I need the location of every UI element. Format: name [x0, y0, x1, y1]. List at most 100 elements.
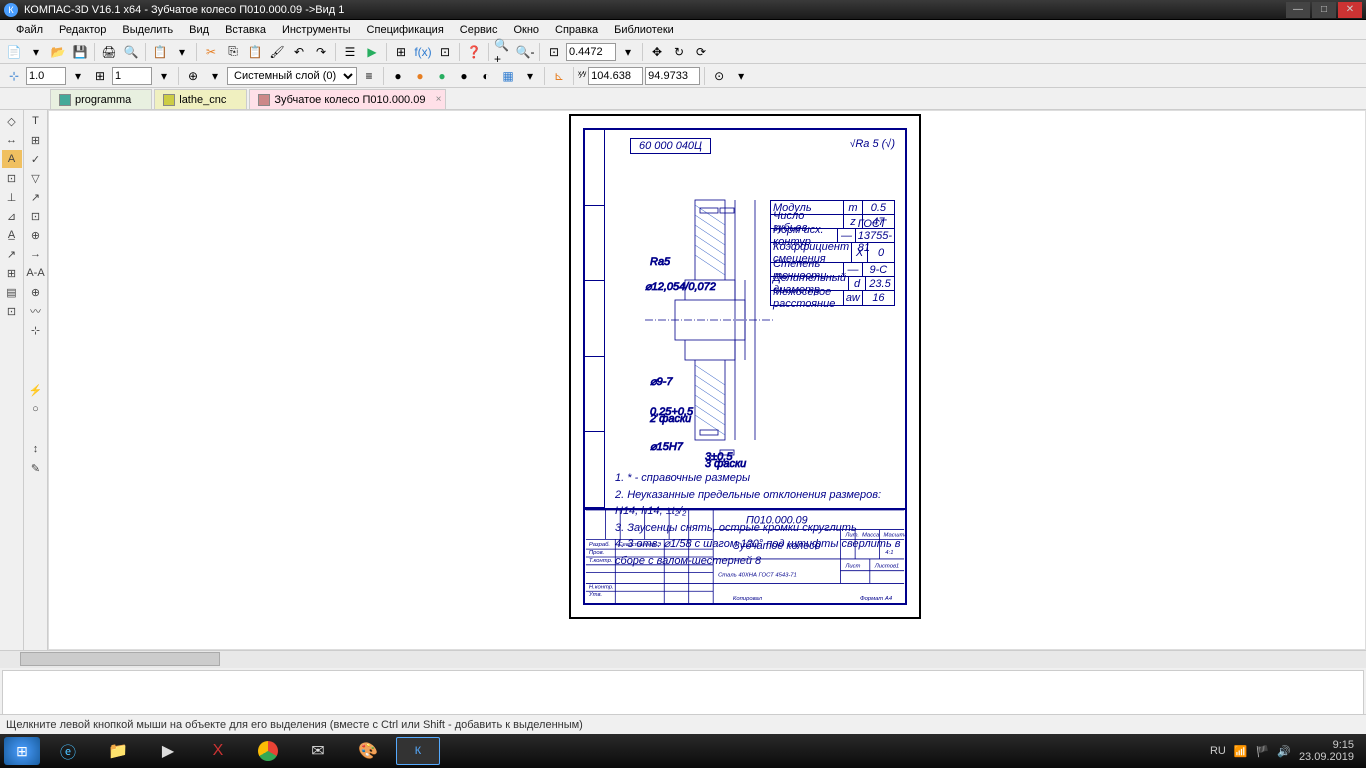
zoom-dropdown[interactable]: ▾: [618, 42, 638, 62]
properties-button[interactable]: ☰: [340, 42, 360, 62]
style2-button[interactable]: ●: [410, 66, 430, 86]
coord-button[interactable]: ⊕: [183, 66, 203, 86]
variables-button[interactable]: ⊞: [391, 42, 411, 62]
cut-button[interactable]: ✂: [201, 42, 221, 62]
style6-button[interactable]: ▦: [498, 66, 518, 86]
tray-network-icon[interactable]: 📶: [1234, 745, 1248, 758]
print-button[interactable]: 🖨: [99, 42, 119, 62]
coord-y-input[interactable]: [645, 67, 700, 85]
dim-panel-icon[interactable]: ↔: [2, 131, 22, 149]
report-panel-icon[interactable]: ▤: [2, 283, 22, 301]
tool-mark-icon[interactable]: ⊕: [26, 226, 46, 244]
tool-wave-icon[interactable]: 〰: [26, 302, 46, 320]
rotate-button[interactable]: ↻: [669, 42, 689, 62]
tool-edit2-icon[interactable]: ✎: [26, 459, 46, 477]
canvas[interactable]: 60 000 040Ц √Ra 5 (√): [48, 110, 1366, 650]
tool-tolerance-icon[interactable]: ⊡: [26, 207, 46, 225]
scroll-thumb[interactable]: [20, 652, 220, 666]
paste-button[interactable]: 📋: [245, 42, 265, 62]
minimize-button[interactable]: —: [1286, 2, 1310, 18]
dropdown1[interactable]: ▾: [172, 42, 192, 62]
tray-flag-icon[interactable]: 🏴: [1256, 745, 1270, 758]
h-scrollbar[interactable]: [0, 650, 1366, 668]
taskbar-mail-icon[interactable]: ✉: [296, 737, 340, 765]
zoom-in-button[interactable]: 🔍+: [493, 42, 513, 62]
views-panel-icon[interactable]: ⊡: [2, 302, 22, 320]
tool-arrow-icon[interactable]: →: [26, 245, 46, 263]
annotate-panel-icon[interactable]: A: [2, 150, 22, 168]
grid-dd[interactable]: ▾: [154, 66, 174, 86]
step-input[interactable]: [26, 67, 66, 85]
taskbar-explorer-icon[interactable]: 📁: [96, 737, 140, 765]
tray-clock[interactable]: 9:1523.09.2019: [1299, 739, 1354, 763]
layer-mgr-button[interactable]: ≡: [359, 66, 379, 86]
coord-x-input[interactable]: [588, 67, 643, 85]
zoom-out-button[interactable]: 🔍-: [515, 42, 535, 62]
preview-button[interactable]: 🔍: [121, 42, 141, 62]
format-painter-button[interactable]: 🖌: [267, 42, 287, 62]
tool-axis-icon[interactable]: ⊹: [26, 321, 46, 339]
new-button[interactable]: 📄: [4, 42, 24, 62]
undo-button[interactable]: ↶: [289, 42, 309, 62]
tool-circle-icon[interactable]: ○: [26, 400, 46, 418]
menu-view[interactable]: Вид: [181, 22, 217, 38]
spec-panel-icon[interactable]: ⊞: [2, 264, 22, 282]
tool-leader-icon[interactable]: ↗: [26, 188, 46, 206]
tab-lathe[interactable]: lathe_cnc: [154, 89, 247, 109]
tray-lang[interactable]: RU: [1210, 745, 1226, 757]
start-button[interactable]: ⊞: [4, 737, 40, 765]
style3-button[interactable]: ●: [432, 66, 452, 86]
param-panel-icon[interactable]: ⊥: [2, 188, 22, 206]
grid-button[interactable]: ⊞: [90, 66, 110, 86]
menu-file[interactable]: Файл: [8, 22, 51, 38]
style5-button[interactable]: ◐: [476, 66, 496, 86]
tool-rough-icon[interactable]: ✓: [26, 150, 46, 168]
close-button[interactable]: ✕: [1338, 2, 1362, 18]
tool-text-icon[interactable]: T: [26, 112, 46, 130]
style4-button[interactable]: ●: [454, 66, 474, 86]
open-button[interactable]: 📂: [48, 42, 68, 62]
step-dd[interactable]: ▾: [68, 66, 88, 86]
tool-section-icon[interactable]: A-A: [26, 264, 46, 282]
maximize-button[interactable]: □: [1312, 2, 1336, 18]
snap-button[interactable]: ⊹: [4, 66, 24, 86]
layer-combo[interactable]: Системный слой (0): [227, 67, 357, 85]
taskbar-x-icon[interactable]: X: [196, 737, 240, 765]
taskbar-ie-icon[interactable]: ⓔ: [46, 737, 90, 765]
stop-button[interactable]: ▶: [362, 42, 382, 62]
taskbar-chrome-icon[interactable]: [246, 737, 290, 765]
taskbar-paint-icon[interactable]: 🎨: [346, 737, 390, 765]
preview2-button[interactable]: 📋: [150, 42, 170, 62]
style7-button[interactable]: ▾: [520, 66, 540, 86]
zoom-input[interactable]: [566, 43, 616, 61]
tab-close-icon[interactable]: ×: [436, 94, 442, 105]
fx-button[interactable]: f(x): [413, 42, 433, 62]
tab-gear[interactable]: Зубчатое колесо П010.000.09 ×: [249, 89, 446, 109]
menu-libs[interactable]: Библиотеки: [606, 22, 682, 38]
operations-button[interactable]: ⊡: [435, 42, 455, 62]
menu-help[interactable]: Справка: [547, 22, 606, 38]
tool-base-icon[interactable]: ▽: [26, 169, 46, 187]
menu-service[interactable]: Сервис: [452, 22, 506, 38]
obj-snap-button[interactable]: ⊙: [709, 66, 729, 86]
taskbar-kompas-icon[interactable]: К: [396, 737, 440, 765]
select-panel-icon[interactable]: A̲: [2, 226, 22, 244]
ortho-button[interactable]: ⊾: [549, 66, 569, 86]
coord-dd[interactable]: ▾: [205, 66, 225, 86]
zoom-fit-button[interactable]: ⊡: [544, 42, 564, 62]
taskbar-media-icon[interactable]: ▶: [146, 737, 190, 765]
tray-sound-icon[interactable]: 🔊: [1277, 745, 1291, 758]
measure-panel-icon[interactable]: ⊿: [2, 207, 22, 225]
geometry-panel-icon[interactable]: ◇: [2, 112, 22, 130]
menu-spec[interactable]: Спецификация: [359, 22, 452, 38]
tool-edit1-icon[interactable]: ↕: [26, 440, 46, 458]
edit-panel-icon[interactable]: ⊡: [2, 169, 22, 187]
menu-edit[interactable]: Редактор: [51, 22, 114, 38]
pan-button[interactable]: ✥: [647, 42, 667, 62]
grid-input[interactable]: [112, 67, 152, 85]
refresh-button[interactable]: ⟳: [691, 42, 711, 62]
tool-center-icon[interactable]: ⊕: [26, 283, 46, 301]
tool-bolt-icon[interactable]: ⚡: [26, 381, 46, 399]
copy-button[interactable]: ⎘: [223, 42, 243, 62]
help-button[interactable]: ❓: [464, 42, 484, 62]
